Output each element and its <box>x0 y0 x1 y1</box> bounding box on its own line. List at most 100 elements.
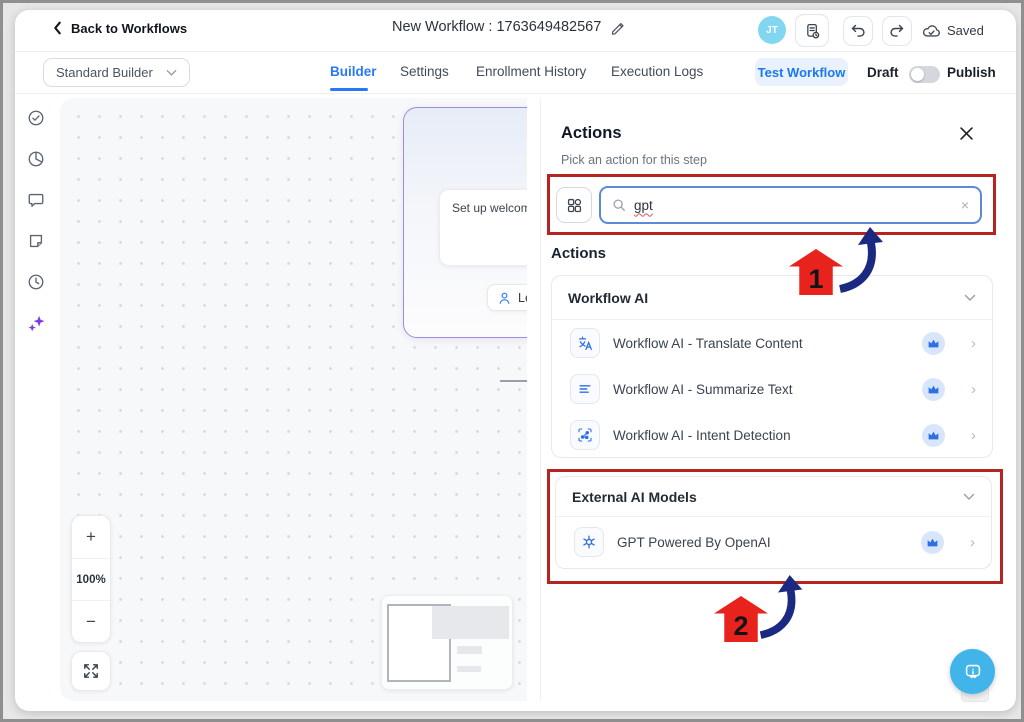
chevron-down-icon[interactable] <box>963 493 975 501</box>
minimap-bar <box>457 646 482 654</box>
group-title: Workflow AI <box>568 290 648 306</box>
redo-icon <box>889 24 905 38</box>
edit-pencil-icon[interactable] <box>610 19 626 35</box>
pie-chart-icon <box>27 150 45 168</box>
close-panel-button[interactable] <box>960 127 973 145</box>
avatar-initials: JT <box>766 25 778 36</box>
action-item-translate[interactable]: Workflow AI - Translate Content › <box>552 320 992 366</box>
action-item-label: Workflow AI - Summarize Text <box>613 382 793 397</box>
premium-crown-icon <box>922 424 945 447</box>
tab-execution-logs[interactable]: Execution Logs <box>611 64 703 79</box>
group-header-workflow-ai[interactable]: Workflow AI <box>552 276 992 320</box>
panel-title: Actions <box>561 124 622 143</box>
clear-search-icon[interactable]: × <box>961 198 969 212</box>
tab-builder-underline <box>330 88 368 91</box>
annotation-arrow-2 <box>756 575 804 639</box>
sidebar-item-stats[interactable] <box>27 150 45 173</box>
minimap-node-block <box>432 606 509 639</box>
fit-view-button[interactable] <box>71 651 111 691</box>
grid-categories-icon <box>566 197 583 214</box>
test-workflow-button[interactable]: Test Workflow <box>755 58 848 86</box>
sparkles-icon <box>27 314 46 333</box>
zoom-controls: + 100% − <box>71 515 111 643</box>
premium-crown-icon <box>921 531 944 554</box>
zoom-in-label: + <box>86 527 96 547</box>
workflow-title-text: New Workflow : 1763649482567 <box>392 19 601 35</box>
close-icon <box>960 127 973 140</box>
back-label: Back to Workflows <box>71 21 187 36</box>
panel-subtitle: Pick an action for this step <box>561 153 707 167</box>
translate-icon <box>570 328 600 358</box>
action-item-gpt-openai[interactable]: GPT Powered By OpenAI › <box>556 517 991 567</box>
sticky-note-icon <box>27 232 45 250</box>
workflow-canvas[interactable]: Set up welcome s Le + 100% − <box>60 98 527 701</box>
action-item-summarize[interactable]: Workflow AI - Summarize Text › <box>552 366 992 412</box>
zoom-in-button[interactable]: + <box>72 516 110 558</box>
workflow-node-card[interactable]: Set up welcome s <box>439 189 527 266</box>
edge-connector <box>500 380 527 382</box>
sidebar-item-checks[interactable] <box>27 109 45 132</box>
chevron-right-icon: › <box>971 428 976 443</box>
search-icon <box>612 198 626 212</box>
group-header-external-ai[interactable]: External AI Models <box>556 477 991 517</box>
chevron-down-icon[interactable] <box>964 294 976 302</box>
actions-section-label: Actions <box>551 245 606 262</box>
search-query-text: gpt <box>634 198 653 213</box>
sidebar-item-ai-assistant[interactable] <box>27 314 46 338</box>
action-item-label: GPT Powered By OpenAI <box>617 535 771 550</box>
minimap[interactable] <box>381 595 513 690</box>
lead-chip[interactable]: Le <box>487 284 527 311</box>
person-icon <box>498 291 511 305</box>
zoom-level: 100% <box>72 558 110 600</box>
builder-mode-select[interactable]: Standard Builder <box>43 58 190 87</box>
expand-arrows-icon <box>83 663 99 679</box>
screenshot-frame: Back to Workflows New Workflow : 1763649… <box>0 0 1024 722</box>
saved-label: Saved <box>947 23 984 38</box>
back-to-workflows-button[interactable]: Back to Workflows <box>51 20 187 36</box>
workflow-title: New Workflow : 1763649482567 <box>392 19 626 35</box>
sidebar-item-comments[interactable] <box>27 191 45 214</box>
action-group-external-ai: External AI Models GPT Powered By OpenAI… <box>555 476 992 569</box>
summarize-icon <box>570 374 600 404</box>
tab-enrollment-history[interactable]: Enrollment History <box>476 64 586 79</box>
undo-button[interactable] <box>843 16 873 46</box>
undo-icon <box>850 24 866 38</box>
sidebar-item-history[interactable] <box>27 273 45 296</box>
chevron-right-icon: › <box>970 535 975 550</box>
chevron-right-icon: › <box>971 382 976 397</box>
publish-toggle[interactable] <box>909 66 940 83</box>
draft-label: Draft <box>867 65 899 80</box>
marker-number: 1 <box>808 264 823 295</box>
toggle-knob <box>911 68 924 81</box>
chat-bubble-icon <box>27 191 45 209</box>
intent-detection-icon <box>570 420 600 450</box>
action-search-input[interactable]: gpt × <box>599 186 982 224</box>
group-title: External AI Models <box>572 489 697 505</box>
action-item-label: Workflow AI - Translate Content <box>613 336 803 351</box>
zoom-out-label: − <box>86 612 96 632</box>
avatar[interactable]: JT <box>758 16 786 44</box>
help-chat-button[interactable] <box>950 649 995 694</box>
builder-mode-value: Standard Builder <box>56 65 153 80</box>
chat-info-icon <box>962 661 984 683</box>
lead-chip-label: Le <box>518 291 527 305</box>
browse-categories-button[interactable] <box>556 187 592 223</box>
workflow-notes-button[interactable] <box>795 14 829 47</box>
chevron-left-icon <box>51 20 64 36</box>
action-item-intent-detection[interactable]: Workflow AI - Intent Detection › <box>552 412 992 458</box>
zoom-level-value: 100% <box>76 574 105 586</box>
document-clock-icon <box>804 22 821 40</box>
action-group-workflow-ai: Workflow AI Workflow AI - Translate Cont… <box>551 275 993 458</box>
minimap-bar <box>457 666 481 672</box>
marker-number: 2 <box>733 611 748 642</box>
redo-button[interactable] <box>882 16 912 46</box>
chevron-down-icon <box>166 69 177 77</box>
clock-history-icon <box>27 273 45 291</box>
zoom-out-button[interactable]: − <box>72 600 110 642</box>
node-title: Set up welcome s <box>452 201 527 215</box>
tab-settings[interactable]: Settings <box>400 64 449 79</box>
cloud-saved-icon <box>922 23 941 38</box>
annotation-arrow-1 <box>836 227 884 293</box>
tab-builder[interactable]: Builder <box>330 64 377 79</box>
sidebar-item-notes[interactable] <box>27 232 45 255</box>
